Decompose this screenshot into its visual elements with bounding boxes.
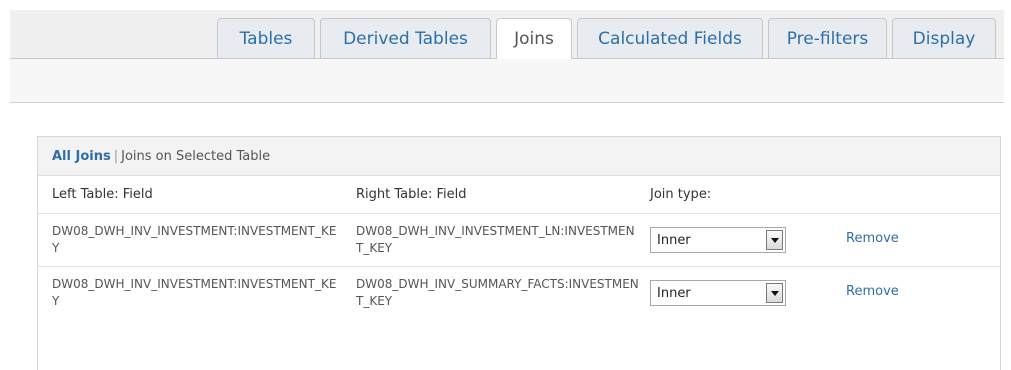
tab-calculated-fields[interactable]: Calculated Fields bbox=[577, 18, 763, 58]
tab-derived-tables[interactable]: Derived Tables bbox=[320, 18, 491, 58]
left-field-cell: DW08_DWH_INV_INVESTMENT:INVESTMENT_KEY bbox=[52, 224, 337, 255]
right-field-cell: DW08_DWH_INV_INVESTMENT_LN:INVESTMENT_KE… bbox=[356, 224, 635, 255]
filter-separator: | bbox=[113, 148, 119, 164]
joins-on-selected-table-link[interactable]: Joins on Selected Table bbox=[121, 149, 270, 164]
tab-joins[interactable]: Joins bbox=[496, 18, 572, 59]
column-header-left: Left Table: Field bbox=[52, 187, 153, 202]
chevron-down-icon[interactable] bbox=[766, 283, 783, 303]
join-type-value: Inner bbox=[657, 233, 691, 248]
join-type-select[interactable]: Inner bbox=[650, 227, 786, 253]
remove-join-link[interactable]: Remove bbox=[846, 284, 899, 299]
left-field-cell: DW08_DWH_INV_INVESTMENT:INVESTMENT_KEY bbox=[52, 277, 337, 308]
join-type-select[interactable]: Inner bbox=[650, 280, 786, 306]
tab-pre-filters[interactable]: Pre-filters bbox=[768, 18, 887, 58]
chevron-down-icon[interactable] bbox=[766, 230, 783, 250]
remove-join-link[interactable]: Remove bbox=[846, 231, 899, 246]
table-header: Left Table: Field Right Table: Field Joi… bbox=[38, 175, 1000, 214]
joins-filter-bar: All Joins | Joins on Selected Table bbox=[38, 137, 1000, 176]
table-row: DW08_DWH_INV_INVESTMENT:INVESTMENT_KEY D… bbox=[38, 267, 1000, 319]
table-row: DW08_DWH_INV_INVESTMENT:INVESTMENT_KEY D… bbox=[38, 214, 1000, 267]
column-header-join-type: Join type: bbox=[650, 187, 712, 202]
join-type-value: Inner bbox=[657, 286, 691, 301]
tab-bar: Tables Derived Tables Joins Calculated F… bbox=[10, 10, 1004, 59]
toolbar-strip bbox=[10, 59, 1004, 103]
right-field-cell: DW08_DWH_INV_SUMMARY_FACTS:INVESTMENT_KE… bbox=[356, 277, 639, 308]
tab-display[interactable]: Display bbox=[892, 18, 996, 58]
tab-tables[interactable]: Tables bbox=[217, 18, 315, 58]
column-header-right: Right Table: Field bbox=[356, 187, 467, 202]
all-joins-link[interactable]: All Joins bbox=[52, 149, 111, 164]
joins-panel: All Joins | Joins on Selected Table Left… bbox=[37, 136, 1001, 370]
